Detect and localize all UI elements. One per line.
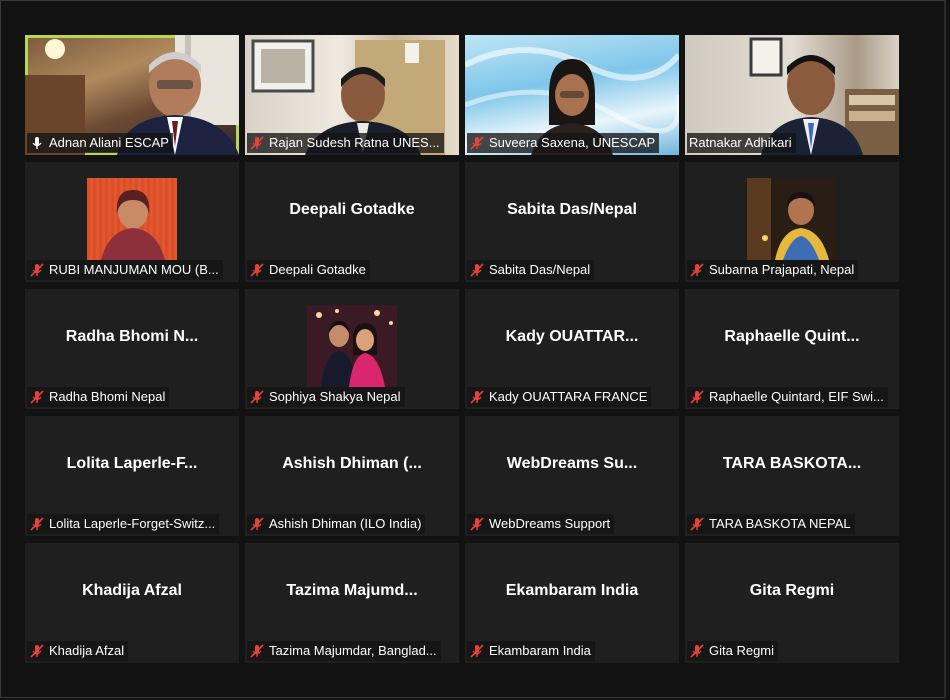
muted-microphone-icon bbox=[690, 263, 704, 277]
participant-name-label: Khadija Afzal bbox=[27, 641, 129, 661]
participant-tile-raphaelle-quintard[interactable]: Raphaelle Quint... Raphaelle Quintard, E… bbox=[685, 289, 899, 409]
participant-name-label: Radha Bhomi Nepal bbox=[27, 387, 170, 407]
participant-display-name: Tazima Majumd... bbox=[286, 582, 418, 599]
participant-name-label: Ekambaram India bbox=[467, 641, 595, 661]
participant-tile-sabita-das[interactable]: Sabita Das/Nepal Sabita Das/Nepal bbox=[465, 162, 679, 282]
muted-microphone-icon bbox=[250, 517, 264, 531]
zoom-gallery-window: Adnan Aliani ESCAP Rajan Sudesh Ratna UN… bbox=[0, 0, 946, 698]
participant-tile-sophiya-shakya[interactable]: Sophiya Shakya Nepal bbox=[245, 289, 459, 409]
participant-tile-ekambaram-india[interactable]: Ekambaram India Ekambaram India bbox=[465, 543, 679, 663]
participant-name-label: Rajan Sudesh Ratna UNES... bbox=[247, 133, 444, 153]
muted-microphone-icon bbox=[30, 644, 44, 658]
muted-microphone-icon bbox=[30, 390, 44, 404]
microphone-icon bbox=[32, 137, 42, 149]
gallery-grid: Adnan Aliani ESCAP Rajan Sudesh Ratna UN… bbox=[25, 35, 899, 663]
muted-microphone-icon bbox=[470, 517, 484, 531]
profile-picture bbox=[747, 178, 837, 260]
muted-microphone-icon bbox=[30, 263, 44, 277]
muted-microphone-icon bbox=[470, 390, 484, 404]
participant-tile-lolita-laperle-forget[interactable]: Lolita Laperle-F... Lolita Laperle-Forge… bbox=[25, 416, 239, 536]
participant-tile-tazima-majumdar[interactable]: Tazima Majumd... Tazima Majumdar, Bangla… bbox=[245, 543, 459, 663]
participant-name-label: Sabita Das/Nepal bbox=[467, 260, 595, 280]
participant-tile-tara-baskota[interactable]: TARA BASKOTA... TARA BASKOTA NEPAL bbox=[685, 416, 899, 536]
muted-microphone-icon bbox=[690, 517, 704, 531]
participant-display-name: Raphaelle Quint... bbox=[724, 328, 860, 345]
participant-tile-rajan-sudesh-ratna[interactable]: Rajan Sudesh Ratna UNES... bbox=[245, 35, 459, 155]
profile-picture bbox=[87, 178, 177, 260]
participant-name-label: Raphaelle Quintard, EIF Swi... bbox=[687, 387, 888, 407]
muted-microphone-icon bbox=[690, 644, 704, 658]
participant-name-label: Ratnakar Adhikari bbox=[687, 133, 796, 153]
participant-tile-adnan-aliani[interactable]: Adnan Aliani ESCAP bbox=[25, 35, 239, 155]
muted-microphone-icon bbox=[250, 136, 264, 150]
participant-tile-subarna-prajapati[interactable]: Subarna Prajapati, Nepal bbox=[685, 162, 899, 282]
muted-microphone-icon bbox=[250, 390, 264, 404]
participant-tile-ratnakar-adhikari[interactable]: Ratnakar Adhikari bbox=[685, 35, 899, 155]
participant-name-label: Gita Regmi bbox=[687, 641, 779, 661]
participant-name-label: Lolita Laperle-Forget-Switz... bbox=[27, 514, 220, 534]
participant-display-name: WebDreams Su... bbox=[506, 455, 638, 472]
participant-tile-khadija-afzal[interactable]: Khadija Afzal Khadija Afzal bbox=[25, 543, 239, 663]
participant-name-label: Ashish Dhiman (ILO India) bbox=[247, 514, 426, 534]
participant-tile-gita-regmi[interactable]: Gita Regmi Gita Regmi bbox=[685, 543, 899, 663]
muted-microphone-icon bbox=[690, 390, 704, 404]
participant-name-label: Subarna Prajapati, Nepal bbox=[687, 260, 859, 280]
participant-tile-suveera-saxena[interactable]: Suveera Saxena, UNESCAP bbox=[465, 35, 679, 155]
muted-microphone-icon bbox=[470, 136, 484, 150]
muted-microphone-icon bbox=[30, 517, 44, 531]
participant-display-name: Sabita Das/Nepal bbox=[507, 201, 637, 218]
participant-tile-webdreams-support[interactable]: WebDreams Su... WebDreams Support bbox=[465, 416, 679, 536]
participant-tile-rubi-manjuman-mou[interactable]: RUBI MANJUMAN MOU (B... bbox=[25, 162, 239, 282]
participant-name-label: Suveera Saxena, UNESCAP bbox=[467, 133, 660, 153]
participant-display-name: Radha Bhomi N... bbox=[65, 328, 199, 345]
participant-name-label: Tazima Majumdar, Banglad... bbox=[247, 641, 441, 661]
participant-display-name: Deepali Gotadke bbox=[289, 201, 415, 218]
participant-display-name: Ashish Dhiman (... bbox=[282, 455, 422, 472]
muted-microphone-icon bbox=[470, 263, 484, 277]
participant-display-name: Ekambaram India bbox=[505, 582, 639, 599]
participant-tile-ashish-dhiman[interactable]: Ashish Dhiman (... Ashish Dhiman (ILO In… bbox=[245, 416, 459, 536]
participant-name-label: TARA BASKOTA NEPAL bbox=[687, 514, 855, 534]
participant-name-label: RUBI MANJUMAN MOU (B... bbox=[27, 260, 223, 280]
participant-display-name: Khadija Afzal bbox=[82, 582, 182, 599]
participant-display-name: TARA BASKOTA... bbox=[722, 455, 862, 472]
muted-microphone-icon bbox=[250, 263, 264, 277]
participant-name-label: Deepali Gotadke bbox=[247, 260, 370, 280]
participant-display-name: Gita Regmi bbox=[749, 582, 835, 599]
muted-microphone-icon bbox=[250, 644, 264, 658]
participant-tile-deepali-gotadke[interactable]: Deepali Gotadke Deepali Gotadke bbox=[245, 162, 459, 282]
profile-picture bbox=[307, 305, 397, 387]
participant-tile-radha-bhomi[interactable]: Radha Bhomi N... Radha Bhomi Nepal bbox=[25, 289, 239, 409]
participant-name-label: Kady OUATTARA FRANCE bbox=[467, 387, 652, 407]
participant-display-name: Lolita Laperle-F... bbox=[66, 455, 198, 472]
participant-tile-kady-ouattara[interactable]: Kady OUATTAR... Kady OUATTARA FRANCE bbox=[465, 289, 679, 409]
muted-microphone-icon bbox=[470, 644, 484, 658]
participant-name-label: Adnan Aliani ESCAP bbox=[27, 133, 173, 153]
participant-name-label: Sophiya Shakya Nepal bbox=[247, 387, 405, 407]
participant-display-name: Kady OUATTAR... bbox=[505, 328, 639, 345]
participant-name-label: WebDreams Support bbox=[467, 514, 615, 534]
